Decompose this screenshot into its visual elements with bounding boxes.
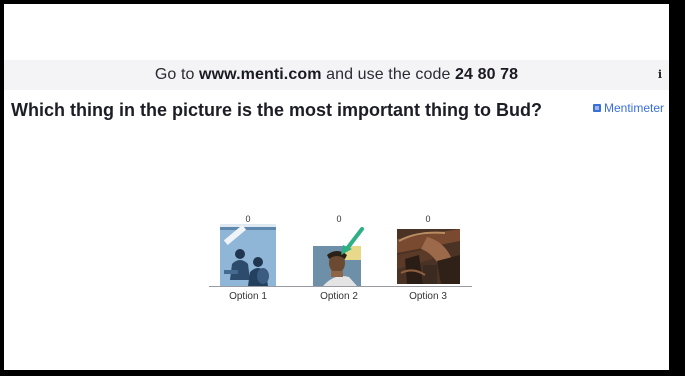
option-2-count: 0 xyxy=(336,214,342,224)
portrait-photo xyxy=(313,225,365,286)
option-1-count: 0 xyxy=(245,214,251,224)
album-cover-photo xyxy=(220,224,276,286)
results-chart: 0 0 0 Option 1 Option 2 Option 3 xyxy=(4,4,669,370)
chart-baseline xyxy=(209,286,472,287)
option-1-image xyxy=(220,224,276,286)
closeup-photo xyxy=(397,229,460,284)
option-3-label: Option 3 xyxy=(409,291,447,302)
option-3-image xyxy=(397,229,460,284)
option-3-count: 0 xyxy=(425,214,431,224)
option-2-label: Option 2 xyxy=(320,291,358,302)
presentation-slide: Go to www.menti.com and use the code 24 … xyxy=(4,4,669,370)
option-1-label: Option 1 xyxy=(229,291,267,302)
option-2-image xyxy=(313,225,365,286)
